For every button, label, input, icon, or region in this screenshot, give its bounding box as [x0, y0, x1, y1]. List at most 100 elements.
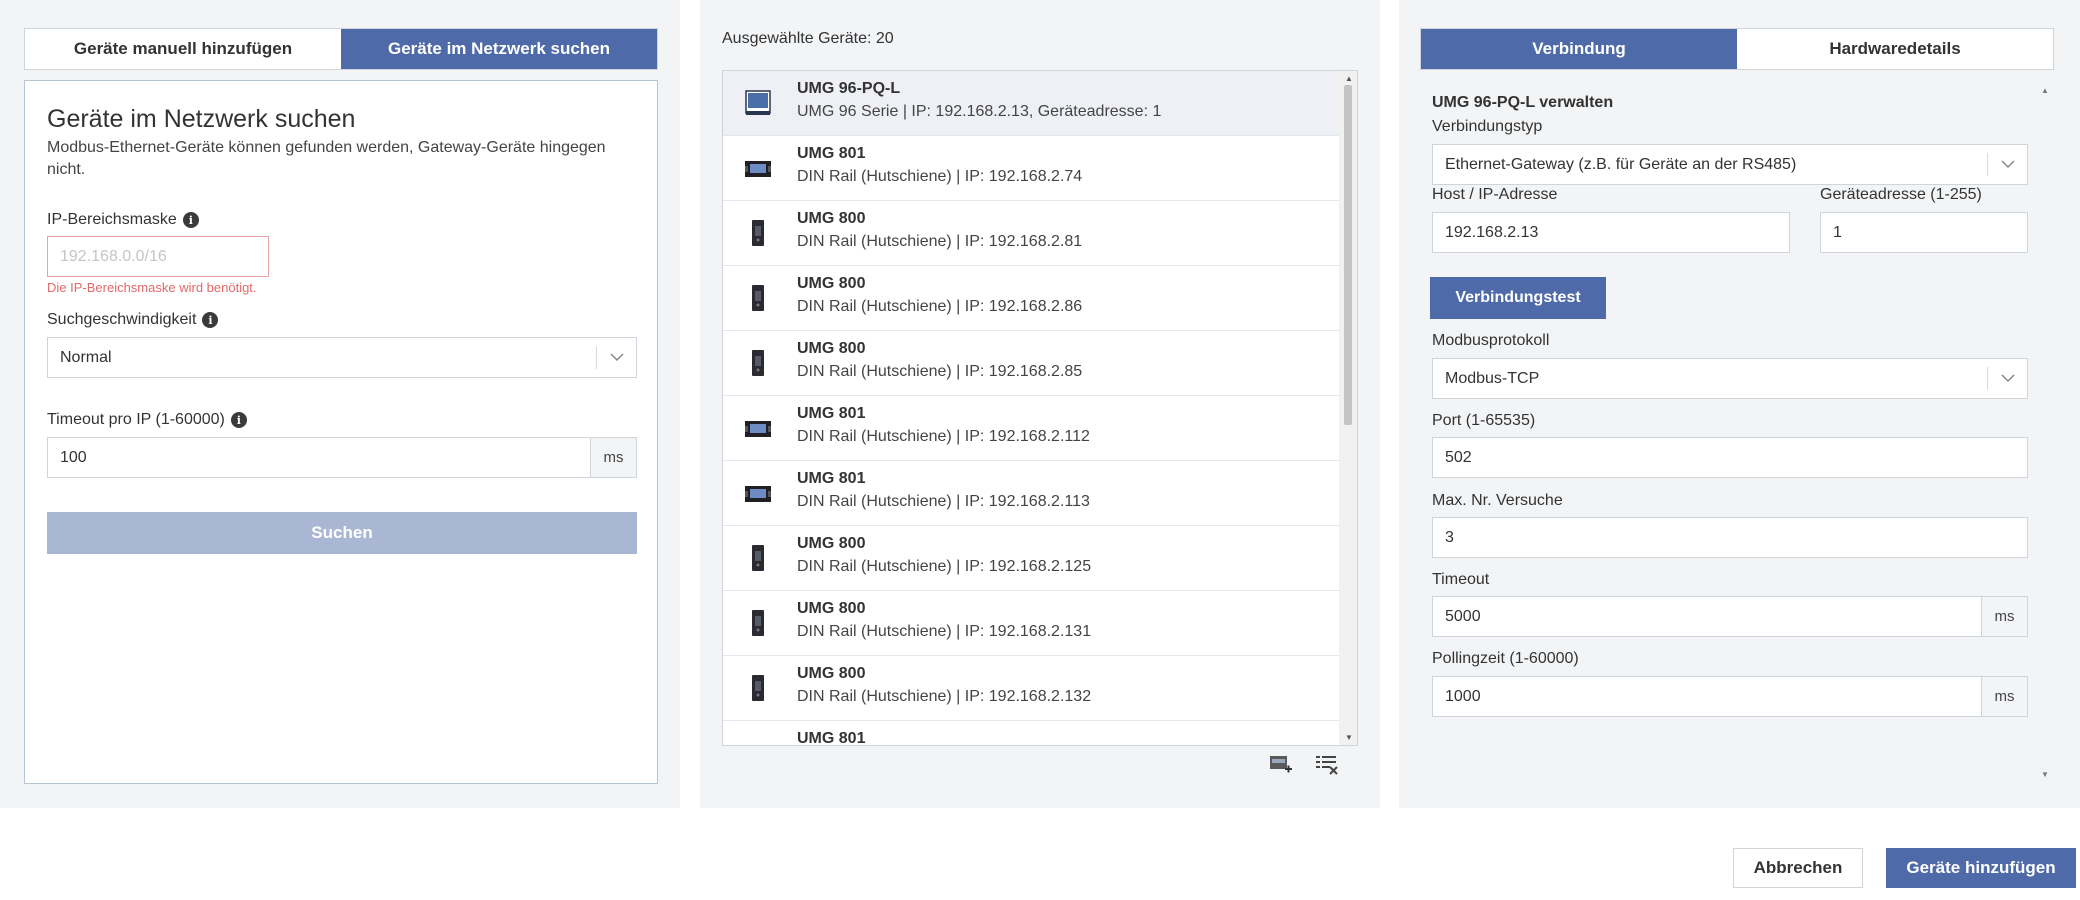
modbus-protocol-select[interactable]: Modbus-TCP	[1432, 358, 2028, 399]
modbus-protocol-label: Modbusprotokoll	[1432, 332, 1550, 349]
device-detail: DIN Rail (Hutschiene) | IP: 192.168.2.86	[797, 298, 1083, 315]
connection-test-button[interactable]: Verbindungstest	[1430, 277, 1606, 319]
unit-label: ms	[1981, 597, 2027, 636]
device-detail: DIN Rail (Hutschiene) | IP: 192.168.2.11…	[797, 428, 1090, 445]
info-icon[interactable]: i	[202, 312, 219, 328]
device-detail: DIN Rail (Hutschiene) | IP: 192.168.2.85	[797, 363, 1083, 380]
search-speed-label: Suchgeschwindigkeit i	[47, 311, 219, 329]
list-item[interactable]: UMG 801 DIN Rail (Hutschiene) | IP: 192.1…	[723, 461, 1339, 526]
max-attempts-input[interactable]: 3	[1432, 517, 2028, 558]
manage-title: UMG 96-PQ-L verwalten	[1432, 94, 1614, 111]
tab-network-search[interactable]: Geräte im Netzwerk suchen	[341, 29, 657, 69]
unit-label: ms	[1981, 677, 2027, 716]
device-detail: DIN Rail (Hutschiene) | IP: 192.168.2.11…	[797, 493, 1090, 510]
connection-type-select[interactable]: Ethernet-Gateway (z.B. für Geräte an der…	[1432, 144, 2028, 185]
connection-type-label: Verbindungstyp	[1432, 118, 1543, 135]
max-attempts-label: Max. Nr. Versuche	[1432, 492, 1563, 509]
device-name: UMG 801	[797, 145, 866, 162]
device-name: UMG 801	[797, 730, 866, 746]
polling-input[interactable]: 1000 ms	[1432, 676, 2028, 717]
device-name: UMG 800	[797, 340, 866, 357]
scroll-up-icon[interactable]: ▲	[1345, 74, 1353, 83]
device-name: UMG 801	[797, 470, 866, 487]
chevron-down-icon	[1987, 153, 2027, 176]
list-item[interactable]: UMG 800 DIN Rail (Hutschiene) | IP: 192.1…	[723, 526, 1339, 591]
din-rail-wide-device-icon	[743, 478, 773, 508]
clear-list-icon[interactable]	[1314, 752, 1340, 776]
ip-mask-label: IP-Bereichsmaske i	[47, 211, 199, 229]
timeout-label: Timeout pro IP (1-60000) i	[47, 411, 247, 429]
scroll-thumb[interactable]	[1344, 85, 1352, 425]
unit-label: ms	[590, 438, 636, 477]
list-item[interactable]: UMG 801	[723, 721, 1339, 746]
chevron-down-icon	[1987, 367, 2027, 390]
list-item[interactable]: UMG 800 DIN Rail (Hutschiene) | IP: 192.1…	[723, 201, 1339, 266]
din-rail-narrow-device-icon	[743, 673, 773, 703]
tab-connection[interactable]: Verbindung	[1421, 29, 1737, 69]
device-detail: DIN Rail (Hutschiene) | IP: 192.168.2.12…	[797, 558, 1092, 575]
din-rail-wide-device-icon	[743, 413, 773, 443]
device-name: UMG 800	[797, 665, 866, 682]
info-icon[interactable]: i	[182, 212, 199, 228]
din-rail-wide-device-icon	[743, 738, 773, 745]
info-icon[interactable]: i	[230, 412, 247, 428]
port-input[interactable]: 502	[1432, 437, 2028, 478]
selected-count: Ausgewählte Geräte: 20	[722, 30, 894, 47]
timeout-input[interactable]: 100 ms	[47, 437, 637, 478]
port-label: Port (1-65535)	[1432, 412, 1536, 429]
ip-mask-input[interactable]: 192.168.0.0/16	[47, 236, 269, 277]
device-address-label: Geräteadresse (1-255)	[1820, 186, 1982, 203]
list-item[interactable]: UMG 801 DIN Rail (Hutschiene) | IP: 192.1…	[723, 396, 1339, 461]
device-name: UMG 800	[797, 275, 866, 292]
din-rail-narrow-device-icon	[743, 608, 773, 638]
din-rail-narrow-device-icon	[743, 283, 773, 313]
add-mode-tabs: Geräte manuell hinzufügen Geräte im Netz…	[24, 28, 658, 70]
cancel-button[interactable]: Abbrechen	[1733, 848, 1863, 888]
settings-tabs: Verbindung Hardwaredetails	[1420, 28, 2054, 70]
din-rail-narrow-device-icon	[743, 348, 773, 378]
host-input[interactable]: 192.168.2.13	[1432, 212, 1790, 253]
host-label: Host / IP-Adresse	[1432, 186, 1558, 203]
add-devices-button[interactable]: Geräte hinzufügen	[1886, 848, 2076, 888]
ip-mask-error: Die IP-Bereichsmaske wird benötigt.	[47, 280, 257, 295]
list-item[interactable]: UMG 96-PQ-L UMG 96 Serie | IP: 192.168.2.…	[723, 71, 1339, 136]
device-detail: DIN Rail (Hutschiene) | IP: 192.168.2.13…	[797, 688, 1092, 705]
search-button[interactable]: Suchen	[47, 512, 637, 554]
device-detail: DIN Rail (Hutschiene) | IP: 192.168.2.13…	[797, 623, 1092, 640]
scroll-down-icon[interactable]: ▼	[1345, 733, 1353, 742]
polling-label: Pollingzeit (1-60000)	[1432, 650, 1579, 667]
tab-manual-add[interactable]: Geräte manuell hinzufügen	[25, 29, 341, 69]
scroll-down-icon[interactable]: ▼	[2041, 770, 2049, 779]
din-rail-narrow-device-icon	[743, 218, 773, 248]
umg96-device-icon	[743, 88, 773, 118]
list-item[interactable]: UMG 800 DIN Rail (Hutschiene) | IP: 192.1…	[723, 331, 1339, 396]
device-name: UMG 96-PQ-L	[797, 80, 901, 97]
device-name: UMG 800	[797, 210, 866, 227]
network-search-form: Geräte im Netzwerk suchen Modbus-Etherne…	[24, 80, 658, 784]
device-detail: UMG 96 Serie | IP: 192.168.2.13, Gerätea…	[797, 103, 1162, 120]
list-item[interactable]: UMG 800 DIN Rail (Hutschiene) | IP: 192.1…	[723, 266, 1339, 331]
list-item[interactable]: UMG 800 DIN Rail (Hutschiene) | IP: 192.1…	[723, 656, 1339, 721]
add-selection-icon[interactable]	[1268, 752, 1294, 776]
device-list: UMG 96-PQ-L UMG 96 Serie | IP: 192.168.2.…	[722, 70, 1358, 746]
list-item[interactable]: UMG 801 DIN Rail (Hutschiene) | IP: 192.1…	[723, 136, 1339, 201]
device-address-input[interactable]: 1	[1820, 212, 2028, 253]
device-detail: DIN Rail (Hutschiene) | IP: 192.168.2.74	[797, 168, 1083, 185]
search-speed-select[interactable]: Normal	[47, 337, 637, 378]
din-rail-wide-device-icon	[743, 153, 773, 183]
chevron-down-icon	[596, 346, 636, 369]
timeout-label: Timeout	[1432, 571, 1490, 588]
form-description: Modbus-Ethernet-Geräte können gefunden w…	[47, 139, 606, 178]
device-name: UMG 800	[797, 535, 866, 552]
device-list-panel: Ausgewählte Geräte: 20 UMG 96-PQ-L UMG 96…	[700, 0, 1380, 808]
form-title: Geräte im Netzwerk suchen	[47, 105, 356, 133]
device-name: UMG 800	[797, 600, 866, 617]
list-item[interactable]: UMG 800 DIN Rail (Hutschiene) | IP: 192.1…	[723, 591, 1339, 656]
scrollbar[interactable]: ▲ ▼	[1339, 71, 1357, 745]
timeout-input[interactable]: 5000 ms	[1432, 596, 2028, 637]
device-name: UMG 801	[797, 405, 866, 422]
tab-hardware-details[interactable]: Hardwaredetails	[1737, 29, 2053, 69]
din-rail-narrow-device-icon	[743, 543, 773, 573]
scroll-up-icon[interactable]: ▲	[2041, 86, 2049, 95]
device-detail: DIN Rail (Hutschiene) | IP: 192.168.2.81	[797, 233, 1083, 250]
